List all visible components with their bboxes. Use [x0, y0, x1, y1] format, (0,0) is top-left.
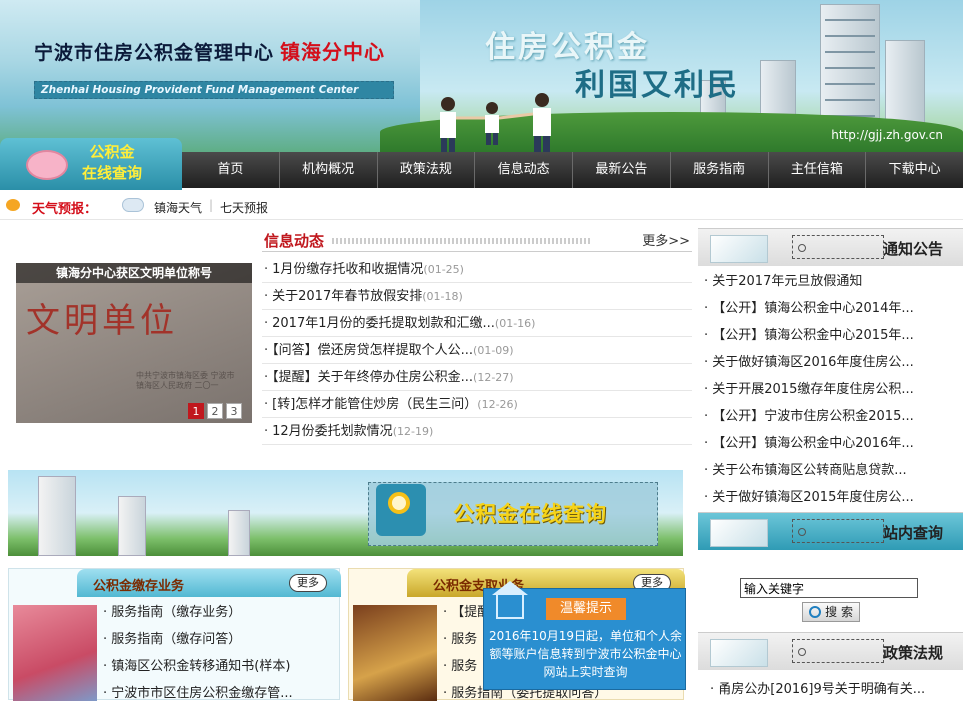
site-title-en: Zhenhai Housing Provident Fund Managemen…: [34, 81, 394, 99]
house-icon: [492, 581, 528, 619]
piggy-money-image: [353, 605, 437, 701]
magnifier-icon: [376, 484, 426, 536]
cloud-icon: [122, 198, 144, 212]
popup-header: 温馨提示: [546, 598, 626, 620]
notice-header: 通知公告: [698, 228, 963, 266]
search-decor-icon: [710, 519, 768, 547]
site-search-title: 站内查询: [882, 524, 943, 542]
online-query-label: 公积金 在线查询: [82, 143, 143, 182]
slideshow-pager: 1 2 3: [188, 403, 242, 419]
news-list: · 1月份缴存托收和收据情况(01-25) · 关于2017年春节放假安排(01-1…: [262, 256, 692, 445]
news-item[interactable]: · 关于2017年春节放假安排(01-18): [262, 283, 692, 310]
notice-item[interactable]: · 关于做好镇海区2016年度住房公...: [704, 349, 963, 376]
news-item[interactable]: · 2017年1月份的委托提取划款和汇缴...(01-16): [262, 310, 692, 337]
building-image: [118, 496, 146, 556]
news-item[interactable]: · 1月份缴存托收和收据情况(01-25): [262, 256, 692, 283]
photo-slideshow[interactable]: 镇海分中心获区文明单位称号 文明单位 中共宁波市镇海区委 宁波市镇海区人民政府 …: [16, 263, 252, 423]
search-input[interactable]: [740, 578, 918, 598]
weather-today-link[interactable]: 镇海天气: [154, 199, 202, 216]
slogan-line-2: 利国又利民: [575, 68, 740, 103]
notice-item[interactable]: · 【公开】镇海公积金中心2014年...: [704, 295, 963, 322]
nav-news[interactable]: 信息动态: [475, 152, 573, 188]
slide-page-2[interactable]: 2: [207, 403, 223, 419]
search-expand-icon[interactable]: [798, 528, 806, 536]
piggy-bank-icon: [26, 150, 68, 180]
news-title: 信息动态: [264, 232, 325, 250]
plaque-subtext: 中共宁波市镇海区委 宁波市镇海区人民政府 二〇一: [136, 371, 235, 390]
notice-item[interactable]: · 【公开】宁波市住房公积金2015...: [704, 403, 963, 430]
notice-item[interactable]: · 关于2017年元旦放假通知: [704, 268, 963, 295]
main-nav: 首页 机构概况 政策法规 信息动态 最新公告 服务指南 主任信箱 下载中心: [182, 152, 963, 188]
news-header: 信息动态 更多>>: [262, 228, 692, 252]
search-icon: [809, 606, 821, 618]
weather-separator: |: [209, 198, 214, 212]
policy-item[interactable]: · 甬房公办[2016]9号关于明确有关...: [710, 678, 925, 697]
notice-list: · 关于2017年元旦放假通知 · 【公开】镇海公积金中心2014年... · …: [704, 268, 963, 511]
branch-name: 镇海分中心: [280, 40, 386, 64]
policy-title: 政策法规: [882, 644, 943, 662]
news-item[interactable]: · 12月份委托划款情况(12-19): [262, 418, 692, 445]
notice-expand-icon[interactable]: [798, 244, 806, 252]
news-item[interactable]: · 【问答】偿还房贷怎样提取个人公...(01-09): [262, 337, 692, 364]
nav-downloads[interactable]: 下载中心: [866, 152, 963, 188]
policy-header: 政策法规: [698, 632, 963, 670]
deposit-panel-tab: 公积金缴存业务 更多: [77, 569, 341, 597]
notice-title: 通知公告: [882, 240, 943, 258]
plaque-text: 文明单位: [26, 301, 178, 341]
notice-decor-icon: [710, 235, 768, 263]
deposit-panel-title: 公积金缴存业务: [93, 579, 185, 594]
deposit-item[interactable]: · 宁波市市区住房公积金缴存管...: [103, 680, 335, 707]
policy-decor-icon: [710, 639, 768, 667]
popup-body: 2016年10月19日起，单位和个人余额等账户信息转到宁波市公积金中心网站上实时…: [488, 629, 683, 679]
deposit-item[interactable]: · 镇海区公积金转移通知书(样本): [103, 653, 335, 680]
site-search-header: 站内查询: [698, 512, 963, 550]
nav-policy[interactable]: 政策法规: [378, 152, 476, 188]
notice-item[interactable]: · 关于做好镇海区2015年度住房公...: [704, 484, 963, 511]
weather-bar: 天气预报： 镇海天气 | 七天预报: [0, 190, 963, 220]
weather-label: 天气预报：: [32, 202, 98, 217]
news-item[interactable]: · 【提醒】关于年终停办住房公积金...(12-27): [262, 364, 692, 391]
search-button[interactable]: 搜 索: [802, 602, 860, 622]
family-image: [440, 93, 551, 152]
reminder-popup[interactable]: 温馨提示 2016年10月19日起，单位和个人余额等账户信息转到宁波市公积金中心…: [483, 581, 686, 690]
deposit-panel: 公积金缴存业务 更多 · 服务指南（缴存业务） · 服务指南（缴存问答） · 镇…: [8, 568, 341, 701]
nav-about[interactable]: 机构概况: [280, 152, 378, 188]
slide-page-3[interactable]: 3: [226, 403, 242, 419]
deposit-more-button[interactable]: 更多: [289, 574, 327, 592]
site-title: 宁波市住房公积金管理中心 镇海分中心: [34, 40, 386, 64]
nav-home[interactable]: 首页: [182, 152, 280, 188]
site-url: http://gjj.zh.gov.cn: [831, 128, 943, 142]
notice-item[interactable]: · 关于开展2015缴存年度住房公积...: [704, 376, 963, 403]
notice-item[interactable]: · 【公开】镇海公积金中心2016年...: [704, 430, 963, 457]
nav-director-mailbox[interactable]: 主任信箱: [769, 152, 867, 188]
online-query-banner[interactable]: 公积金在线查询: [8, 470, 683, 556]
weather-forecast-link[interactable]: 七天预报: [220, 199, 268, 216]
query-banner-text: 公积金在线查询: [453, 502, 607, 526]
building-image: [228, 510, 250, 556]
news-item[interactable]: · [转]怎样才能管住炒房（民生三问）(12-26): [262, 391, 692, 418]
slide-page-1[interactable]: 1: [188, 403, 204, 419]
online-query-logo[interactable]: 公积金 在线查询: [0, 138, 182, 190]
notice-item[interactable]: · 【公开】镇海公积金中心2015年...: [704, 322, 963, 349]
nav-service-guide[interactable]: 服务指南: [671, 152, 769, 188]
deposit-item[interactable]: · 服务指南（缴存业务）: [103, 599, 335, 626]
header-banner: 宁波市住房公积金管理中心 镇海分中心 Zhenhai Housing Provid…: [0, 0, 963, 152]
slideshow-caption: 镇海分中心获区文明单位称号: [16, 263, 252, 283]
sun-icon: [6, 199, 20, 211]
nav-announcements[interactable]: 最新公告: [573, 152, 671, 188]
deposit-item[interactable]: · 服务指南（缴存问答）: [103, 626, 335, 653]
policy-expand-icon[interactable]: [798, 648, 806, 656]
site-search-form: 搜 索: [698, 550, 963, 630]
news-title-underline: [332, 238, 592, 244]
deposit-list: · 服务指南（缴存业务） · 服务指南（缴存问答） · 镇海区公积金转移通知书(…: [103, 599, 335, 707]
building-image: [820, 4, 880, 132]
news-more-link[interactable]: 更多>>: [642, 230, 690, 249]
money-image: [13, 605, 97, 701]
notice-item[interactable]: · 关于公布镇海区公转商贴息贷款...: [704, 457, 963, 484]
building-image: [38, 476, 76, 556]
